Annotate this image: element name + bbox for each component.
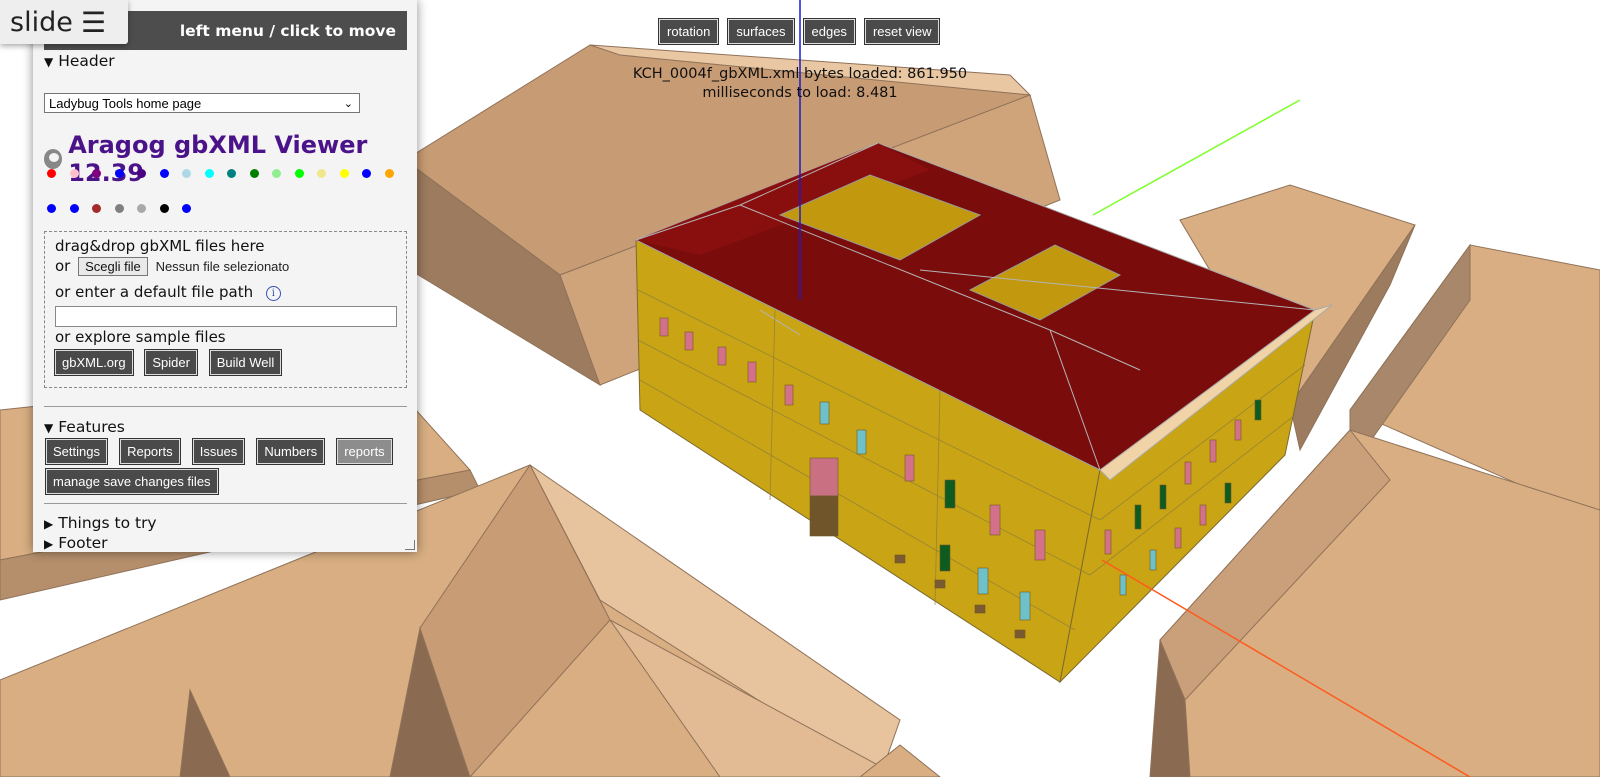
feature-buttons: Settings Reports Issues Numbers reports	[45, 438, 400, 465]
explore-text: or explore sample files	[55, 328, 226, 346]
numbers-button[interactable]: Numbers	[256, 438, 326, 465]
or-text: or	[55, 257, 71, 275]
manage-row: manage save changes files	[45, 468, 226, 495]
color-dot[interactable]	[272, 169, 281, 178]
surfaces-button[interactable]: surfaces	[727, 18, 795, 45]
settings-button[interactable]: Settings	[45, 438, 108, 465]
github-icon[interactable]	[44, 149, 63, 169]
color-dot[interactable]	[47, 169, 56, 178]
color-dot[interactable]	[114, 204, 124, 213]
header-summary-label: Header	[58, 52, 115, 70]
color-dot[interactable]	[92, 204, 101, 213]
slide-label: slide	[10, 6, 73, 38]
manage-save-changes-button[interactable]: manage save changes files	[45, 468, 219, 495]
default-path-input[interactable]	[55, 306, 397, 327]
left-menu-panel: left menu / click to move ▼ Header Ladybu…	[33, 0, 417, 552]
default-path-label: or enter a default file path	[55, 283, 254, 301]
bytes-loaded-text: KCH_0004f_gbXML.xml bytes loaded: 861.95…	[632, 66, 968, 82]
reports-button[interactable]: Reports	[119, 438, 181, 465]
sample-build-well-button[interactable]: Build Well	[208, 349, 283, 376]
color-dot[interactable]	[339, 169, 349, 178]
reset-view-button[interactable]: reset view	[863, 18, 941, 45]
color-dot[interactable]	[182, 169, 191, 178]
features-summary-label: Features	[58, 418, 125, 436]
features-summary[interactable]: ▼ Features	[44, 418, 125, 436]
color-dot[interactable]	[249, 169, 259, 178]
color-dot[interactable]	[114, 169, 124, 178]
color-dot[interactable]	[137, 204, 146, 213]
edges-button[interactable]: edges	[802, 18, 856, 45]
color-dots	[47, 169, 407, 213]
color-dot[interactable]	[227, 169, 236, 178]
file-choose-row: or Scegli file Nessun file selezionato	[55, 257, 289, 276]
color-dot[interactable]	[159, 169, 169, 178]
color-dot[interactable]	[69, 204, 79, 213]
issues-button[interactable]: Issues	[191, 438, 246, 465]
sample-gbxml-org-button[interactable]: gbXML.org	[54, 349, 134, 376]
choose-file-button[interactable]: Scegli file	[78, 257, 148, 276]
reports-secondary-button[interactable]: reports	[336, 438, 393, 465]
sample-buttons: gbXML.org Spider Build Well	[54, 349, 289, 376]
color-dot[interactable]	[384, 169, 394, 178]
footer-summary[interactable]: ▶ Footer	[44, 534, 108, 552]
things-to-try-summary[interactable]: ▶ Things to try	[44, 514, 157, 532]
file-drop-zone[interactable]: drag&drop gbXML files here or Scegli fil…	[44, 231, 407, 388]
things-to-try-label: Things to try	[58, 514, 157, 532]
rotation-button[interactable]: rotation	[657, 18, 720, 45]
color-dot[interactable]	[137, 169, 146, 178]
3d-viewport[interactable]: rotation surfaces edges reset view KCH_0…	[0, 0, 1600, 777]
header-summary[interactable]: ▼ Header	[44, 52, 115, 70]
home-page-select[interactable]: Ladybug Tools home page ⌄	[44, 93, 360, 113]
chevron-down-icon: ⌄	[343, 97, 353, 110]
hamburger-icon: ☰	[80, 5, 106, 39]
drag-drop-text: drag&drop gbXML files here	[55, 237, 265, 255]
triangle-right-icon: ▶	[44, 537, 54, 551]
slide-button[interactable]: slide ☰	[0, 0, 128, 44]
no-file-text: Nessun file selezionato	[155, 259, 290, 274]
color-dot[interactable]	[362, 169, 371, 178]
info-icon[interactable]: i	[265, 286, 281, 301]
color-dot[interactable]	[294, 169, 304, 178]
sample-spider-button[interactable]: Spider	[144, 349, 198, 376]
triangle-down-icon: ▼	[44, 55, 54, 69]
color-dot[interactable]	[159, 204, 169, 213]
color-dot[interactable]	[47, 204, 56, 213]
color-dot[interactable]	[317, 169, 326, 178]
color-dot[interactable]	[204, 169, 214, 178]
color-dot[interactable]	[182, 204, 191, 213]
load-time-text: milliseconds to load: 8.481	[702, 85, 898, 101]
divider	[44, 406, 407, 407]
home-page-select-value: Ladybug Tools home page	[49, 95, 202, 111]
triangle-right-icon: ▶	[44, 517, 54, 531]
default-path-row: or enter a default file path i	[55, 283, 281, 301]
resize-handle[interactable]	[405, 540, 415, 550]
footer-summary-label: Footer	[58, 534, 108, 552]
color-dot[interactable]	[92, 169, 101, 178]
divider	[44, 503, 407, 504]
triangle-down-icon: ▼	[44, 421, 54, 435]
load-info: KCH_0004f_gbXML.xml bytes loaded: 861.95…	[600, 65, 1000, 103]
color-dot[interactable]	[69, 169, 79, 178]
view-toolbar: rotation surfaces edges reset view	[657, 18, 941, 45]
